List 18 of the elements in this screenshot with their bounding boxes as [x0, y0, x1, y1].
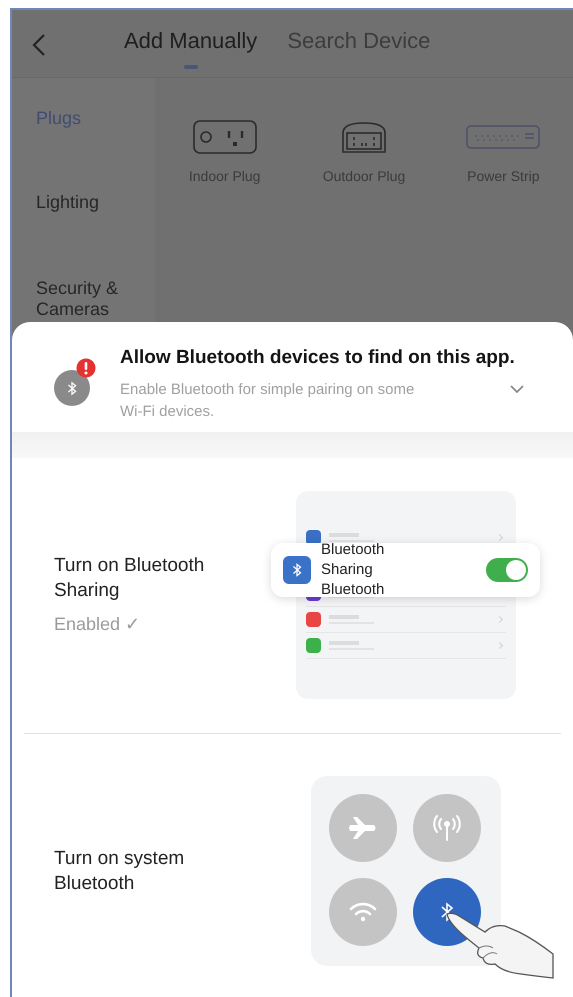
bluetooth-app-icon — [283, 556, 311, 584]
toggle-switch[interactable] — [486, 558, 528, 582]
step-title: Turn on Bluetooth Sharing — [54, 554, 206, 603]
category-item[interactable]: Lighting — [36, 192, 136, 278]
bluetooth-icon — [440, 902, 454, 922]
alert-icon — [76, 358, 96, 378]
setting-label: Bluetooth Sharing Bluetooth — [321, 540, 386, 600]
outdoor-outlet-icon — [340, 119, 388, 155]
step-title: Turn on system Bluetooth — [54, 846, 186, 896]
prompt-title: Allow Bluetooth devices to find on this app. — [120, 346, 516, 370]
prompt-description: Enable Bluetooth for simple pairing on some Wi-Fi devices. — [120, 380, 416, 422]
chevron-icon[interactable] — [510, 384, 524, 394]
step-status: Enabled ✓ — [54, 613, 142, 636]
outlet-icon — [192, 119, 258, 155]
power-strip-icon — [465, 124, 542, 150]
back-icon[interactable] — [32, 33, 46, 57]
bluetooth-icon — [54, 370, 90, 406]
tab[interactable]: Add Manually — [124, 24, 258, 69]
